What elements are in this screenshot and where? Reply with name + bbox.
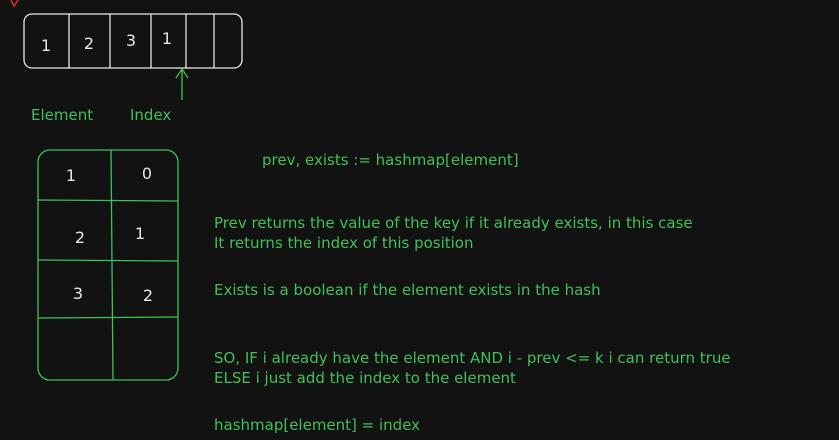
index-label: Index [130, 106, 172, 124]
array-cell-4: 1 [161, 29, 173, 48]
note-exists-line: Exists is a boolean if the element exist… [214, 281, 601, 299]
array-cell-1: 1 [40, 36, 52, 55]
hash-key-3: 3 [72, 284, 84, 303]
hash-table-row-divider-1 [37, 199, 179, 202]
element-label: Element [31, 106, 94, 124]
array-cell-2: 2 [83, 34, 95, 53]
hash-value-2: 1 [134, 224, 146, 243]
note-so-line-1: SO, IF i already have the element AND i … [214, 349, 731, 367]
whiteboard-canvas: 1 2 3 1 Element Index 1 0 2 1 3 2 prev, … [0, 0, 839, 440]
hash-value-3: 2 [142, 286, 154, 305]
hash-table-row-divider-2 [37, 259, 179, 262]
note-prev-line-2: It returns the index of this position [214, 234, 474, 252]
hash-table-box [37, 149, 179, 381]
hash-key-2: 2 [74, 228, 86, 247]
hash-value-1: 0 [141, 164, 153, 183]
hash-key-1: 1 [65, 166, 77, 185]
note-so-line-2: ELSE i just add the index to the element [214, 369, 516, 387]
hash-table-col-divider [110, 149, 114, 381]
code-line-lookup: prev, exists := hashmap[element] [262, 151, 519, 169]
array-cell-3: 3 [125, 31, 137, 50]
hash-table-row-divider-3 [37, 316, 179, 319]
red-pen-mark [10, 0, 19, 8]
note-prev-line-1: Prev returns the value of the key if it … [214, 214, 693, 232]
code-line-assign: hashmap[element] = index [214, 416, 421, 434]
